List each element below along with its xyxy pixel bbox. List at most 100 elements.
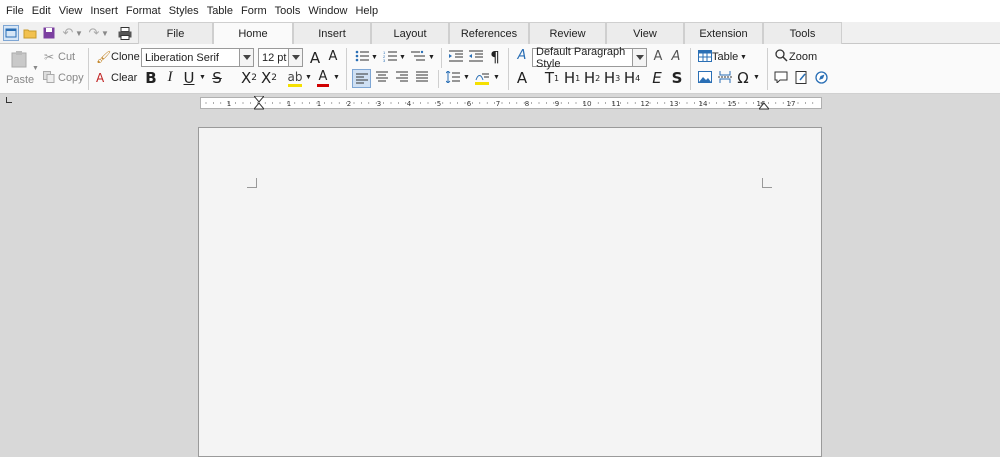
tab-insert[interactable]: Insert — [293, 22, 371, 44]
copy-icon[interactable] — [43, 71, 55, 83]
special-character-dropdown-icon[interactable]: ▼ — [753, 74, 760, 81]
menu-help[interactable]: Help — [355, 5, 384, 17]
tab-file[interactable]: File — [138, 22, 213, 44]
font-color-icon[interactable]: A — [316, 69, 330, 87]
style-inspector-icon[interactable]: A — [515, 48, 529, 63]
paragraph-style-combo[interactable]: Default Paragraph Style — [532, 46, 647, 70]
paragraph-background-dropdown-icon[interactable]: ▼ — [493, 74, 500, 81]
clone-button[interactable]: Clone — [111, 51, 140, 63]
clear-formatting-icon[interactable]: A — [96, 71, 104, 85]
tab-extension[interactable]: Extension — [684, 22, 763, 44]
bullet-list-icon[interactable] — [354, 50, 370, 62]
increase-indent-icon[interactable] — [448, 50, 464, 62]
font-name-combo[interactable]: Liberation Serif — [141, 48, 254, 67]
shrink-font-icon[interactable]: A — [326, 49, 340, 64]
superscript-icon[interactable]: X2 — [260, 69, 278, 87]
align-right-icon[interactable] — [394, 71, 410, 82]
font-size-combo[interactable]: 12 pt — [258, 48, 303, 67]
save-icon[interactable] — [41, 25, 57, 41]
navigator-icon[interactable] — [813, 71, 829, 84]
paste-icon[interactable] — [8, 48, 30, 70]
menu-table[interactable]: Table — [207, 5, 239, 17]
line-spacing-dropdown-icon[interactable]: ▼ — [463, 74, 470, 81]
menu-styles[interactable]: Styles — [169, 5, 205, 17]
font-color-dropdown-icon[interactable]: ▼ — [333, 74, 340, 81]
heading1-icon[interactable]: H1 — [563, 69, 581, 87]
copy-button[interactable]: Copy — [58, 72, 84, 84]
grow-font-icon[interactable]: A — [308, 49, 322, 67]
decrease-indent-icon[interactable] — [468, 50, 484, 62]
menu-format[interactable]: Format — [126, 5, 167, 17]
right-indent-marker-icon[interactable] — [757, 96, 771, 113]
menu-window[interactable]: Window — [308, 5, 353, 17]
chevron-down-icon[interactable] — [288, 49, 302, 66]
heading3-icon[interactable]: H3 — [603, 69, 621, 87]
heading2-icon[interactable]: H2 — [583, 69, 601, 87]
menu-edit[interactable]: Edit — [32, 5, 57, 17]
formatting-marks-icon[interactable]: ¶ — [488, 48, 502, 66]
clone-formatting-icon[interactable]: 🖌 — [96, 50, 111, 64]
menu-file[interactable]: File — [6, 5, 30, 17]
heading4-icon[interactable]: H4 — [623, 69, 641, 87]
chevron-down-icon[interactable] — [632, 49, 646, 66]
tab-view[interactable]: View — [606, 22, 684, 44]
horizontal-ruler[interactable]: 1 1 1 2 3 4 5 6 7 8 9 10 11 12 13 14 15 16 17 — [200, 95, 822, 110]
menu-insert[interactable]: Insert — [90, 5, 124, 17]
subscript-icon[interactable]: X2 — [240, 69, 258, 87]
zoom-button[interactable]: Zoom — [789, 51, 817, 63]
left-indent-marker-icon[interactable] — [252, 95, 266, 113]
comment-icon[interactable] — [773, 71, 789, 83]
clear-button[interactable]: Clear — [111, 72, 137, 84]
table-button[interactable]: Table — [712, 51, 738, 63]
zoom-icon[interactable] — [773, 49, 789, 62]
emphasis-icon[interactable]: E — [650, 69, 664, 87]
underline-icon[interactable]: U — [183, 69, 195, 87]
align-left-icon[interactable] — [352, 69, 371, 88]
strong-emphasis-icon[interactable]: S — [670, 69, 684, 87]
numbered-list-icon[interactable]: 123 — [382, 50, 398, 62]
strikethrough-icon[interactable]: S — [211, 69, 223, 87]
page-break-icon[interactable] — [717, 71, 733, 83]
table-dropdown-icon[interactable]: ▼ — [740, 54, 747, 61]
underline-dropdown-icon[interactable]: ▼ — [199, 74, 206, 81]
menu-view[interactable]: View — [59, 5, 89, 17]
paste-dropdown-icon[interactable]: ▼ — [32, 65, 39, 72]
redo-dropdown-icon[interactable]: ▼ — [100, 25, 110, 41]
special-character-icon[interactable]: Ω — [735, 69, 751, 87]
undo-dropdown-icon[interactable]: ▼ — [74, 25, 84, 41]
tab-tools[interactable]: Tools — [763, 22, 842, 44]
toggle-sidebar-icon[interactable] — [3, 25, 19, 41]
cut-button[interactable]: Cut — [58, 51, 75, 63]
default-character-icon[interactable]: A — [515, 69, 529, 87]
highlight-dropdown-icon[interactable]: ▼ — [305, 74, 312, 81]
highlight-color-icon[interactable]: ab — [287, 69, 303, 87]
tab-review[interactable]: Review — [529, 22, 606, 44]
tab-references[interactable]: References — [449, 22, 529, 44]
track-changes-icon[interactable] — [793, 71, 809, 84]
italic-icon[interactable]: I — [165, 69, 175, 86]
new-style-icon[interactable]: A — [669, 49, 683, 64]
menu-tools[interactable]: Tools — [275, 5, 307, 17]
paste-label[interactable]: Paste — [6, 74, 34, 86]
outline-list-icon[interactable] — [410, 50, 426, 62]
outline-dropdown-icon[interactable]: ▼ — [428, 54, 435, 61]
tab-layout[interactable]: Layout — [371, 22, 449, 44]
title-style-icon[interactable]: T1 — [543, 69, 561, 87]
align-center-icon[interactable] — [374, 71, 390, 82]
print-icon[interactable] — [117, 25, 133, 41]
document-page[interactable] — [198, 127, 822, 457]
line-spacing-icon[interactable] — [445, 71, 461, 83]
tab-home[interactable]: Home — [213, 22, 293, 45]
chevron-down-icon[interactable] — [239, 49, 253, 66]
cut-icon[interactable]: ✂ — [44, 50, 54, 64]
table-icon[interactable] — [697, 50, 713, 62]
open-folder-icon[interactable] — [22, 25, 38, 41]
image-icon[interactable] — [697, 71, 713, 83]
justify-icon[interactable] — [414, 71, 430, 82]
tab-stop-selector-icon[interactable] — [6, 97, 12, 103]
bullet-dropdown-icon[interactable]: ▼ — [371, 54, 378, 61]
paragraph-background-icon[interactable] — [474, 69, 490, 87]
update-style-icon[interactable]: A — [651, 49, 665, 64]
numbered-dropdown-icon[interactable]: ▼ — [399, 54, 406, 61]
menu-form[interactable]: Form — [241, 5, 273, 17]
